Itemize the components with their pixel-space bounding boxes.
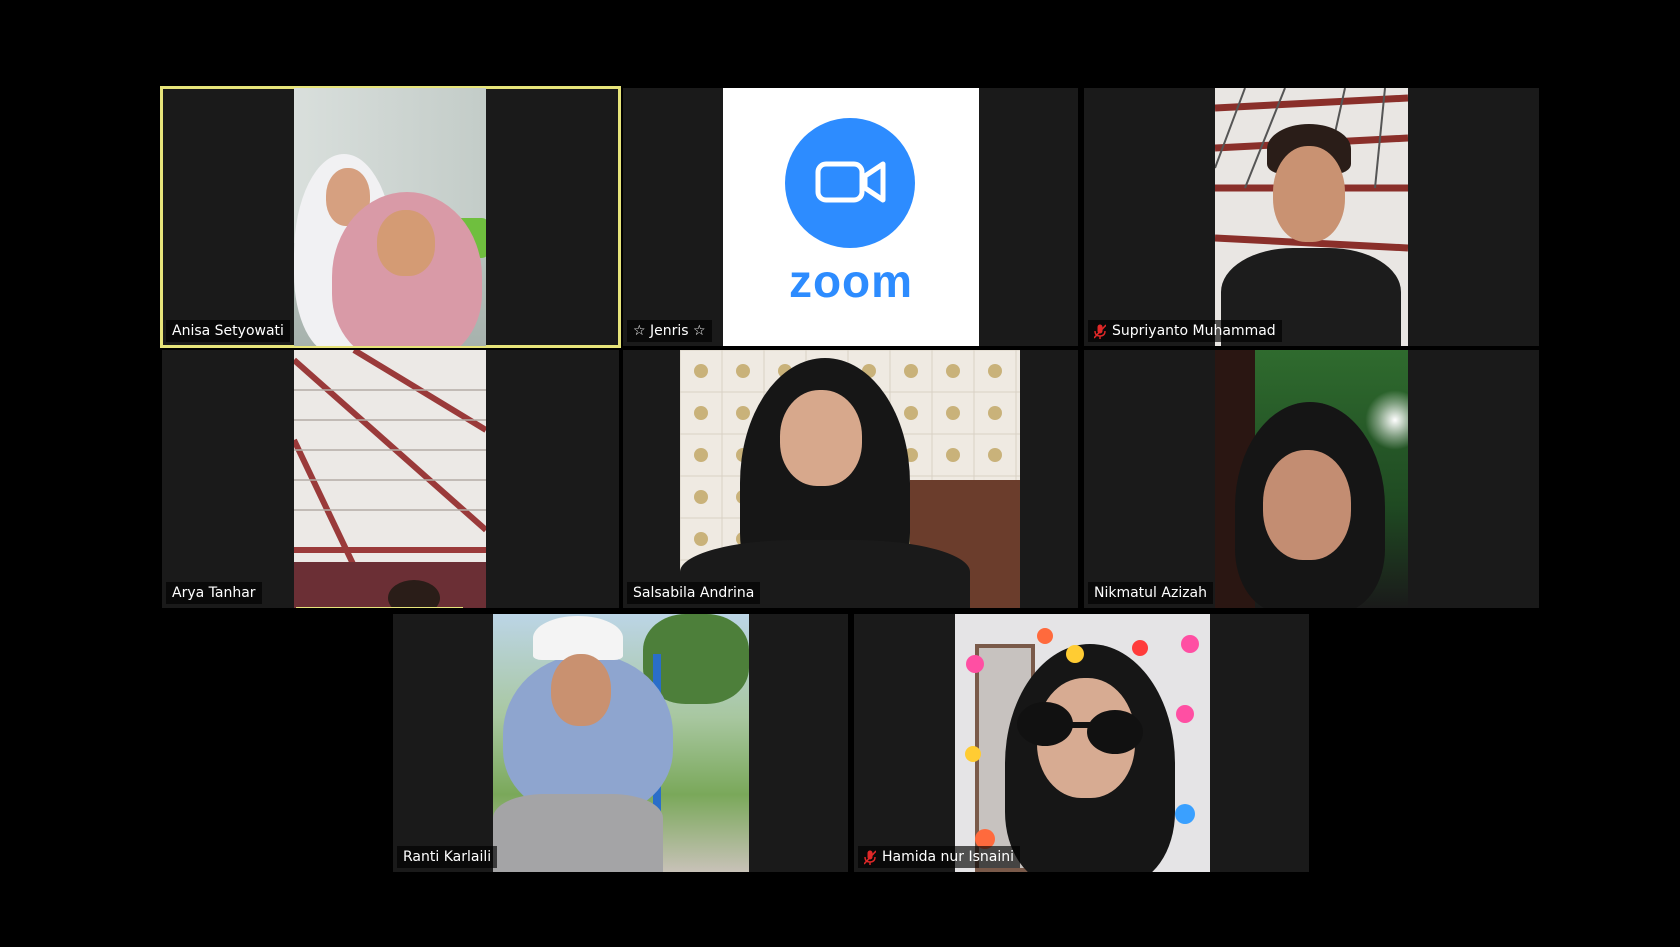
participant-grid: Anisa Setyowati zoom ☆ Jenris ☆ Supriyan… xyxy=(0,0,1680,947)
participant-tile[interactable]: Nikmatul Azizah xyxy=(1084,350,1539,608)
zoom-logo-text: zoom xyxy=(788,255,914,307)
participant-name: Nikmatul Azizah xyxy=(1094,585,1208,601)
participant-name-tag: Salsabila Andrina xyxy=(627,582,761,604)
participant-name: ☆ Jenris ☆ xyxy=(633,323,706,339)
zoom-placeholder: zoom xyxy=(723,88,979,346)
person-body xyxy=(493,794,663,872)
participant-tile[interactable]: Ranti Karlaili xyxy=(393,614,848,872)
participant-name-tag: Ranti Karlaili xyxy=(397,846,498,868)
ceiling-beams xyxy=(294,350,486,608)
participant-tile[interactable]: zoom ☆ Jenris ☆ xyxy=(623,88,1078,346)
participant-name: Supriyanto Muhammad xyxy=(1112,323,1276,339)
face xyxy=(377,210,435,276)
participant-video xyxy=(1215,88,1408,346)
zoom-gallery-view: Anisa Setyowati zoom ☆ Jenris ☆ Supriyan… xyxy=(0,0,1680,947)
participant-tile[interactable]: Anisa Setyowati xyxy=(160,86,621,348)
participant-video xyxy=(493,614,749,872)
participant-name: Anisa Setyowati xyxy=(172,323,284,339)
participant-tile[interactable]: Salsabila Andrina xyxy=(623,350,1078,608)
participant-name: Ranti Karlaili xyxy=(403,849,492,865)
participant-tile[interactable]: Arya Tanhar xyxy=(162,350,619,608)
face xyxy=(780,390,862,486)
speaking-indicator xyxy=(296,607,463,608)
participant-tile[interactable]: Supriyanto Muhammad xyxy=(1084,88,1539,346)
light-glow xyxy=(1365,390,1408,450)
participant-name-tag: Supriyanto Muhammad xyxy=(1088,320,1282,342)
participant-name-tag: Nikmatul Azizah xyxy=(1088,582,1214,604)
face xyxy=(1273,146,1345,242)
participant-tile[interactable]: Hamida nur Isnaini xyxy=(854,614,1309,872)
zoom-camera-icon xyxy=(785,118,915,248)
participant-video xyxy=(294,88,486,346)
mic-muted-icon xyxy=(1094,323,1106,339)
participant-name-tag: ☆ Jenris ☆ xyxy=(627,320,712,342)
participant-name: Hamida nur Isnaini xyxy=(882,849,1015,865)
participant-video xyxy=(680,350,1020,608)
participant-name-tag: Arya Tanhar xyxy=(166,582,262,604)
participant-name-tag: Anisa Setyowati xyxy=(166,320,290,342)
participant-video xyxy=(1215,350,1408,608)
face xyxy=(551,654,611,726)
participant-video xyxy=(955,614,1210,872)
participant-video xyxy=(294,350,486,608)
emoji-filter xyxy=(965,628,1199,849)
participant-name-tag: Hamida nur Isnaini xyxy=(858,846,1021,868)
mic-muted-icon xyxy=(864,849,876,865)
participant-name: Salsabila Andrina xyxy=(633,585,755,601)
face xyxy=(1263,450,1351,560)
participant-name: Arya Tanhar xyxy=(172,585,256,601)
